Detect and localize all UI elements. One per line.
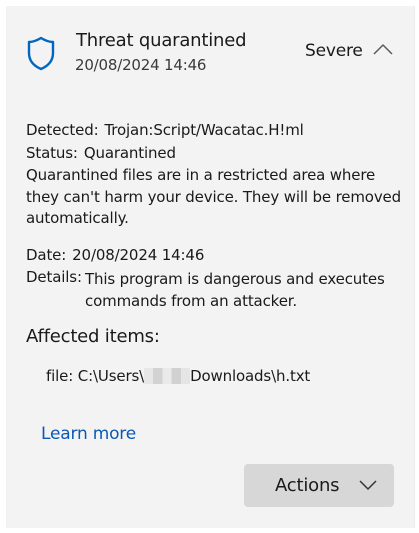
threat-timestamp: 20/08/2024 14:46 <box>75 56 207 74</box>
status-description: Quarantined files are in a restricted ar… <box>26 166 401 227</box>
affected-file-path: file: C:\Users\ Downloads\h.txt <box>46 367 310 385</box>
date-label: Date: <box>26 246 67 264</box>
chevron-down-icon <box>359 480 377 490</box>
status-label: Status: <box>26 144 78 162</box>
detected-row: Detected: Trojan:Script/Wacatac.H!ml <box>26 121 304 139</box>
date-value: 20/08/2024 14:46 <box>72 246 205 264</box>
file-path-suffix: Downloads\h.txt <box>190 367 311 385</box>
file-path-prefix: file: C:\Users\ <box>46 367 145 385</box>
actions-button[interactable]: Actions <box>244 464 394 507</box>
date-row: Date: 20/08/2024 14:46 <box>26 246 204 264</box>
status-row: Status: Quarantined <box>26 144 176 162</box>
threat-card: Threat quarantined 20/08/2024 14:46 Seve… <box>6 6 415 528</box>
detected-label: Detected: <box>26 121 99 139</box>
severity-label: Severe <box>305 41 363 61</box>
detected-value: Trojan:Script/Wacatac.H!ml <box>104 121 304 139</box>
status-value: Quarantined <box>83 144 176 162</box>
redacted-username <box>144 368 191 384</box>
learn-more-link[interactable]: Learn more <box>41 424 136 444</box>
threat-title: Threat quarantined <box>76 30 247 51</box>
affected-items-heading: Affected items: <box>26 326 160 347</box>
chevron-up-icon[interactable] <box>372 42 394 56</box>
actions-label: Actions <box>275 475 340 496</box>
shield-icon <box>27 36 55 71</box>
details-label: Details: <box>26 268 82 286</box>
details-value: This program is dangerous and executes c… <box>85 270 385 310</box>
